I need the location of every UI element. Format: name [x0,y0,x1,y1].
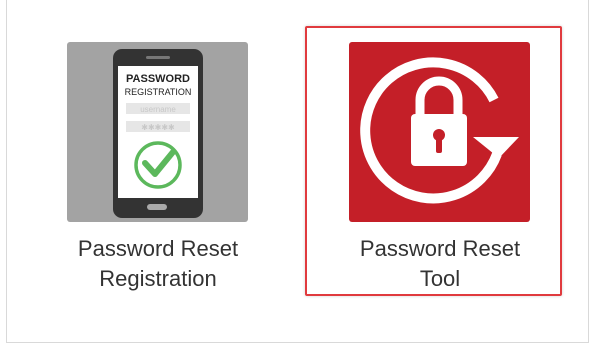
app-label-line2: Tool [419,266,461,291]
phone-username-text: username [140,105,176,114]
app-label-line1: Password Reset [359,236,521,261]
check-circle-icon [134,141,182,189]
phone-password-mask: ✱✱✱✱✱ [141,123,175,132]
phone-password-registration-icon: PASSWORD REGISTRATION username ✱✱✱✱✱ [113,49,203,218]
app-label-reset-tool[interactable]: Password Reset Tool [320,234,560,294]
app-tile-reset-tool[interactable] [349,42,530,222]
app-launcher: PASSWORD REGISTRATION username ✱✱✱✱✱ Pas… [0,0,597,345]
phone-title-text: PASSWORD [126,73,190,85]
app-label-line2: Registration [99,266,217,291]
phone-subtitle-text: REGISTRATION [125,87,192,97]
app-label-registration[interactable]: Password Reset Registration [38,234,278,294]
app-label-line1: Password Reset [77,236,239,261]
app-tile-registration[interactable]: PASSWORD REGISTRATION username ✱✱✱✱✱ [67,42,248,222]
padlock-refresh-icon [360,57,519,204]
